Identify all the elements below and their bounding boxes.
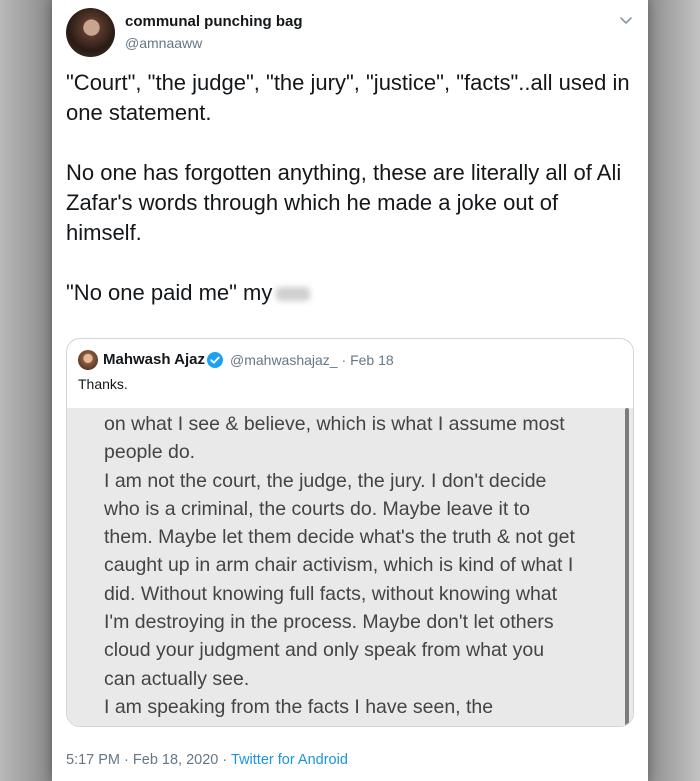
tweet-text: "Court", "the judge", "the jury", "justi… bbox=[66, 68, 636, 338]
image-text-line: I am speaking from the facts I have seen… bbox=[104, 695, 494, 718]
quoted-tweet[interactable]: Mahwash Ajaz @mahwashajaz_ · Feb 18 Than… bbox=[66, 338, 634, 727]
tweet-paragraph: "No one paid me" my bbox=[66, 278, 636, 308]
source-client-link[interactable]: Twitter for Android bbox=[231, 752, 348, 768]
quoted-author-name[interactable]: Mahwash Ajaz bbox=[103, 351, 205, 368]
image-text-line: on what I see & believe, which is what I… bbox=[104, 413, 565, 435]
image-text-line: them. Maybe let them decide what's the t… bbox=[104, 526, 575, 549]
tweet-time[interactable]: 5:17 PM bbox=[66, 752, 120, 768]
quoted-author-handle[interactable]: @mahwashajaz_ bbox=[230, 352, 338, 368]
author-name[interactable]: communal punching bag bbox=[125, 13, 303, 30]
quoted-avatar[interactable] bbox=[78, 350, 98, 370]
image-text-line: caught up in arm chair activism, which i… bbox=[104, 554, 574, 577]
image-scrollbar bbox=[625, 408, 629, 726]
censored-word bbox=[276, 287, 311, 302]
author-handle[interactable]: @amnaaww bbox=[125, 35, 202, 51]
image-text-line: cloud your judgment and only speak from … bbox=[104, 639, 545, 662]
chevron-down-icon[interactable] bbox=[618, 12, 634, 28]
tweet-last-line: "No one paid me" my bbox=[66, 280, 273, 305]
image-text-line: I am not the court, the judge, the jury.… bbox=[104, 469, 547, 492]
quoted-text: Thanks. bbox=[78, 376, 128, 392]
separator: · bbox=[222, 752, 228, 768]
quoted-image[interactable]: on what I see & believe, which is what I… bbox=[67, 408, 633, 726]
tweet-footer: 5:17 PM · Feb 18, 2020 · Twitter for And… bbox=[66, 752, 348, 768]
separator: · bbox=[341, 352, 347, 368]
quoted-meta: @mahwashajaz_ · Feb 18 bbox=[230, 352, 394, 368]
tweet-paragraph: "Court", "the judge", "the jury", "justi… bbox=[66, 70, 630, 125]
separator: · bbox=[124, 752, 129, 768]
tweet-date[interactable]: Feb 18, 2020 bbox=[133, 752, 218, 768]
tweet-paragraph: No one has forgotten anything, these are… bbox=[66, 160, 622, 245]
tweet-card: communal punching bag @amnaaww "Court", … bbox=[52, 0, 648, 781]
image-text-line: people do. bbox=[104, 441, 196, 464]
quoted-date[interactable]: Feb 18 bbox=[350, 352, 394, 368]
quoted-image-text: on what I see & believe, which is what I… bbox=[104, 410, 609, 721]
background-right bbox=[648, 0, 700, 781]
image-text-line: did. Without knowing full facts, without… bbox=[104, 582, 558, 605]
image-text-line: I'm destroying in the process. Maybe don… bbox=[104, 611, 554, 634]
image-text-line: who is a criminal, the courts do. Maybe … bbox=[104, 497, 530, 520]
background-left bbox=[0, 0, 52, 781]
verified-badge-icon bbox=[207, 352, 223, 368]
avatar[interactable] bbox=[66, 8, 115, 57]
image-text-line: can actually see. bbox=[104, 667, 250, 690]
